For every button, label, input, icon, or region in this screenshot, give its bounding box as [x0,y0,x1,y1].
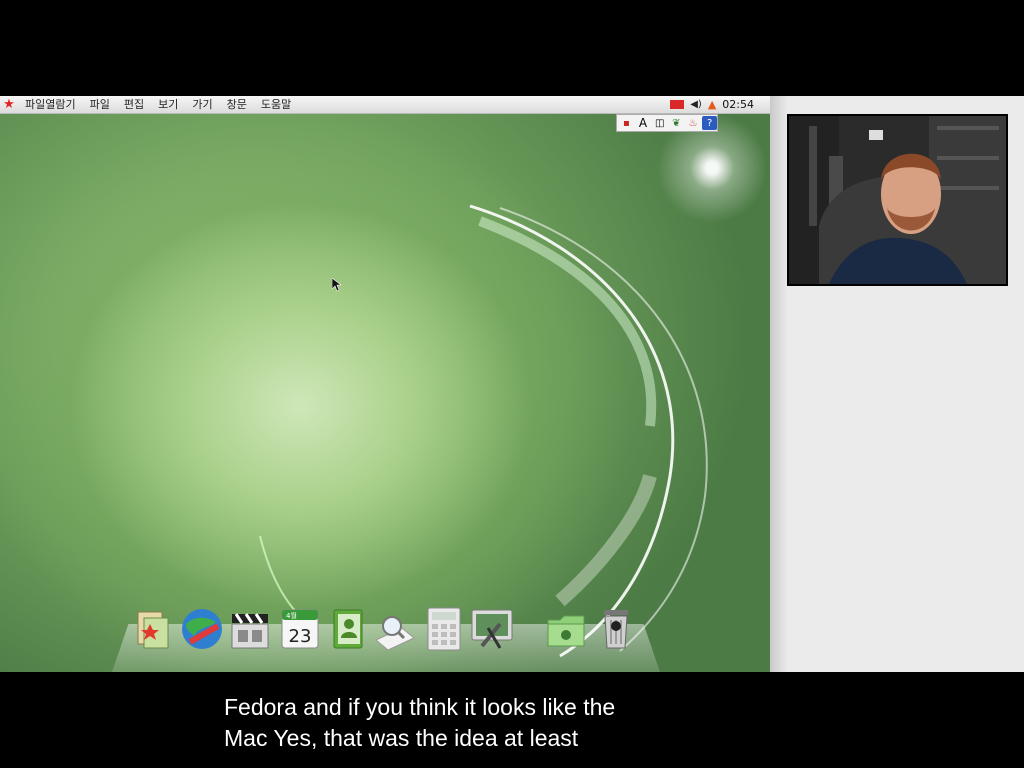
ime-mode-toggle[interactable]: A [636,116,651,130]
caption-line-1: Fedora and if you think it looks like th… [224,694,616,720]
settings-tools-icon [471,609,513,649]
video-letterbox-top [0,0,1024,96]
dock-calculator[interactable] [422,606,466,652]
menu-go[interactable]: 가기 [185,96,219,113]
dock-document-viewer[interactable] [372,606,416,652]
menu-window[interactable]: 창문 [220,96,254,113]
webcam-overlay [787,114,1008,286]
dock-calendar[interactable]: 4월 23 [278,606,322,652]
dock: 4월 23 [130,606,650,658]
mouse-pointer-icon [332,278,342,292]
dock-video-player[interactable] [228,606,272,652]
address-book-icon [333,609,363,649]
menu-file-browser[interactable]: 파일열람기 [18,96,83,113]
menu-edit[interactable]: 편집 [117,96,151,113]
calendar-icon: 4월 23 [281,609,319,649]
volume-icon[interactable]: ◀) [690,99,702,110]
menu-help[interactable]: 도움말 [254,96,298,113]
ime-width-icon[interactable]: ◫ [652,116,667,130]
documents-icon [137,611,169,649]
presenter-video-image [789,116,1006,284]
menu-view[interactable]: 보기 [151,96,185,113]
star-icon[interactable]: ★ [0,96,18,113]
dock-red-star-app[interactable] [132,606,176,652]
ime-keyboard-icon[interactable]: ♨ [686,116,701,130]
input-method-bar: ▪ A ◫ ❦ ♨ ? [616,114,718,132]
caption-line-2: Mac Yes, that was the idea at least [224,725,579,751]
trash-icon [604,610,628,649]
calculator-icon [427,607,461,651]
wallpaper-swirl [259,204,708,658]
dock-web-browser[interactable] [180,606,224,652]
ime-help-icon[interactable]: ? [702,116,718,130]
dock-contacts[interactable] [326,606,370,652]
clapperboard-icon [231,613,269,649]
menu-file[interactable]: 파일 [83,96,117,113]
ime-punctuation-icon[interactable]: ❦ [669,116,684,130]
folder-icon [547,615,585,647]
flag-icon[interactable] [670,100,685,109]
ime-status-icon[interactable]: ▪ [619,116,634,130]
flame-icon[interactable]: ▲ [708,98,716,111]
dock-system-settings[interactable] [470,606,514,652]
top-menubar: ★ 파일열람기 파일 편집 보기 가기 창문 도움말 ◀) ▲ 02:54 [0,96,770,114]
dock-file-manager[interactable] [544,606,588,652]
desktop[interactable]: ★ 파일열람기 파일 편집 보기 가기 창문 도움말 ◀) ▲ 02:54 ▪ … [0,96,770,672]
magnifier-document-icon [375,616,415,651]
calendar-month: 4월 [286,611,297,620]
dock-trash[interactable] [594,606,638,652]
system-tray: ◀) ▲ 02:54 [670,96,754,113]
clock[interactable]: 02:54 [722,98,754,111]
globe-icon [182,609,222,649]
calendar-day: 23 [289,626,312,647]
